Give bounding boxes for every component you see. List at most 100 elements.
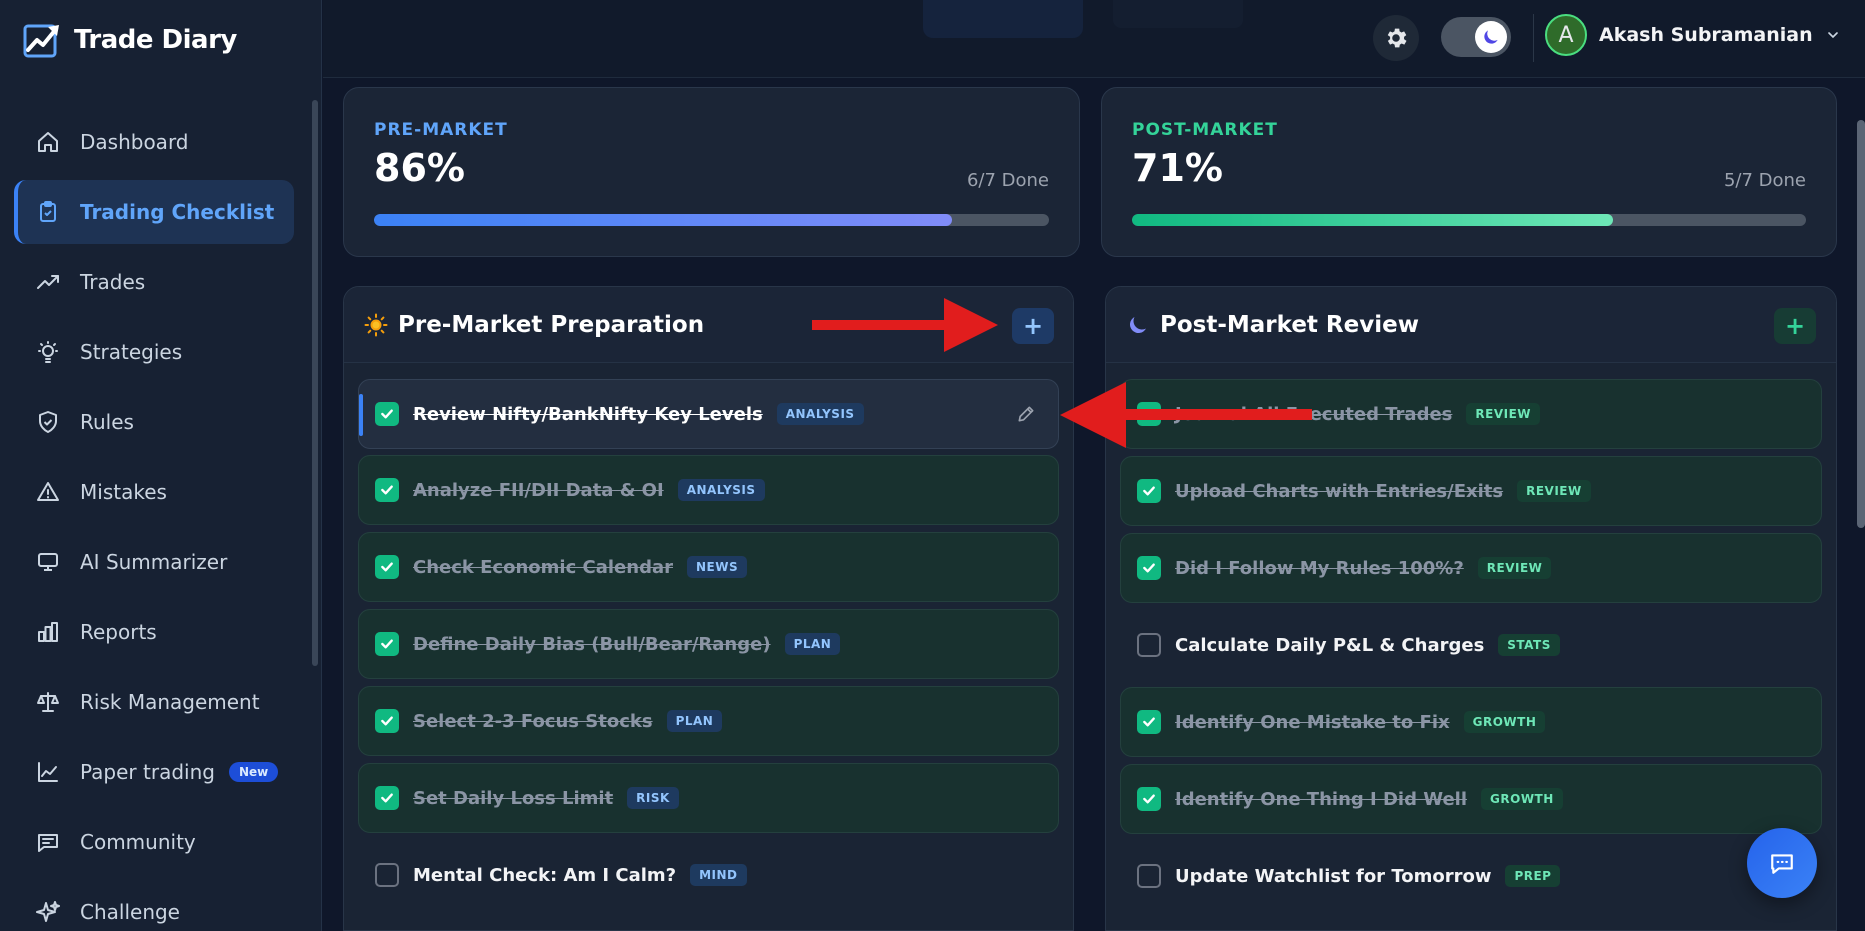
post-market-progress-card: POST-MARKET 71% 5/7 Done: [1101, 87, 1837, 257]
post-market-percent: 71%: [1132, 146, 1223, 190]
pre-market-item: Check Economic Calendar NEWS: [358, 532, 1059, 602]
pre-market-item: Review Nifty/BankNifty Key Levels ANALYS…: [358, 379, 1059, 449]
sparkle-icon: [36, 901, 60, 922]
brand[interactable]: Trade Diary: [22, 20, 237, 60]
item-text: Journal All Executed Trades: [1175, 403, 1453, 425]
check-icon: [381, 562, 393, 572]
sidebar-item-label: Dashboard: [80, 130, 189, 154]
edit-pencil-icon[interactable]: [1016, 404, 1036, 424]
pre-market-progress-fill: [374, 214, 953, 226]
item-checkbox[interactable]: [1137, 556, 1161, 580]
sidebar: Trade Diary Dashboard Trading Checklist …: [0, 0, 322, 931]
bar-chart-icon: [38, 622, 58, 642]
scale-icon: [37, 692, 59, 712]
item-tag: NEWS: [686, 556, 748, 578]
check-icon: [1143, 409, 1155, 419]
item-checkbox[interactable]: [375, 786, 399, 810]
post-market-item: Upload Charts with Entries/Exits REVIEW: [1120, 456, 1822, 526]
item-text: Mental Check: Am I Calm?: [413, 864, 677, 886]
sidebar-nav: Dashboard Trading Checklist Trades Strat…: [14, 110, 294, 931]
sidebar-item-trading-checklist[interactable]: Trading Checklist: [14, 180, 294, 244]
item-checkbox[interactable]: [375, 632, 399, 656]
sidebar-item-label: Trading Checklist: [80, 200, 275, 224]
check-icon: [381, 639, 393, 649]
new-badge: New: [228, 762, 279, 782]
post-market-item: Did I Follow My Rules 100%? REVIEW: [1120, 533, 1822, 603]
check-icon: [1143, 794, 1155, 804]
item-checkbox[interactable]: [375, 402, 399, 426]
moon-icon: [1484, 30, 1498, 44]
item-tag: ANALYSIS: [776, 403, 864, 425]
sidebar-item-label: Mistakes: [80, 480, 167, 504]
post-market-item: Identify One Thing I Did Well GROWTH: [1120, 764, 1822, 834]
sidebar-item-paper-trading[interactable]: Paper trading New: [14, 740, 294, 804]
item-text: Check Economic Calendar: [413, 556, 673, 578]
sidebar-item-strategies[interactable]: Strategies: [14, 320, 294, 384]
sidebar-item-label: Trades: [80, 270, 146, 294]
header-divider: [1533, 14, 1534, 62]
user-menu[interactable]: A Akash Subramanian: [1545, 14, 1841, 56]
item-checkbox[interactable]: [1137, 710, 1161, 734]
item-tag: MIND: [690, 864, 747, 886]
main-scrollbar[interactable]: [1857, 120, 1865, 528]
header-tab-ghost[interactable]: [1113, 0, 1243, 28]
sun-icon: [364, 313, 388, 336]
header-tab-ghost[interactable]: [923, 0, 1083, 38]
sidebar-item-ai-summarizer[interactable]: AI Summarizer: [14, 530, 294, 594]
item-checkbox[interactable]: [1137, 864, 1161, 888]
add-post-market-item-button[interactable]: +: [1774, 308, 1816, 344]
sidebar-scrollbar[interactable]: [312, 100, 318, 666]
post-market-done-count: 5/7 Done: [1723, 170, 1806, 191]
pre-market-done-count: 6/7 Done: [966, 170, 1049, 191]
chat-support-button[interactable]: [1747, 828, 1817, 898]
sidebar-item-mistakes[interactable]: Mistakes: [14, 460, 294, 524]
moon-icon: [1130, 316, 1146, 333]
item-text: Analyze FII/DII Data & OI: [413, 479, 664, 501]
monitor-icon: [38, 553, 58, 571]
item-text: Upload Charts with Entries/Exits: [1175, 480, 1504, 502]
pre-market-panel-title: Pre-Market Preparation: [398, 311, 705, 338]
item-checkbox[interactable]: [1137, 479, 1161, 503]
item-text: Update Watchlist for Tomorrow: [1175, 865, 1492, 887]
item-tag: PREP: [1505, 865, 1561, 887]
item-checkbox[interactable]: [1137, 633, 1161, 657]
line-chart-icon: [38, 762, 58, 782]
message-square-icon: [38, 834, 58, 852]
sidebar-item-label: Risk Management: [80, 690, 260, 714]
trend-up-icon: [37, 275, 59, 289]
sidebar-item-risk-management[interactable]: Risk Management: [14, 670, 294, 734]
check-icon: [381, 793, 393, 803]
sidebar-item-trades[interactable]: Trades: [14, 250, 294, 314]
sidebar-item-challenge[interactable]: Challenge: [14, 880, 294, 931]
toggle-knob: [1475, 21, 1507, 53]
sidebar-item-community[interactable]: Community: [14, 810, 294, 874]
item-checkbox[interactable]: [375, 478, 399, 502]
post-market-item: Journal All Executed Trades REVIEW: [1120, 379, 1822, 449]
item-checkbox[interactable]: [375, 555, 399, 579]
gear-icon: [1387, 28, 1407, 48]
pre-market-progress-card: PRE-MARKET 86% 6/7 Done: [343, 87, 1080, 257]
pre-market-item: Select 2-3 Focus Stocks PLAN: [358, 686, 1059, 756]
post-market-label: POST-MARKET: [1132, 120, 1278, 140]
user-name: Akash Subramanian: [1599, 24, 1813, 46]
post-market-item: Calculate Daily P&L & Charges STATS: [1120, 610, 1822, 680]
pre-market-item: Analyze FII/DII Data & OI ANALYSIS: [358, 455, 1059, 525]
shield-check-icon: [39, 411, 57, 433]
sidebar-item-reports[interactable]: Reports: [14, 600, 294, 664]
item-checkbox[interactable]: [375, 709, 399, 733]
settings-button[interactable]: [1373, 15, 1419, 61]
sidebar-item-label: Challenge: [80, 900, 180, 924]
item-tag: GROWTH: [1481, 788, 1563, 810]
post-market-panel: Post-Market Review + Journal All Execute…: [1105, 286, 1837, 931]
item-checkbox[interactable]: [1137, 402, 1161, 426]
item-checkbox[interactable]: [1137, 787, 1161, 811]
sidebar-item-rules[interactable]: Rules: [14, 390, 294, 454]
item-checkbox[interactable]: [375, 863, 399, 887]
theme-toggle[interactable]: [1441, 17, 1511, 57]
sidebar-item-label: AI Summarizer: [80, 550, 228, 574]
post-market-progress-fill: [1132, 214, 1614, 226]
add-pre-market-item-button[interactable]: +: [1012, 308, 1054, 344]
sidebar-item-dashboard[interactable]: Dashboard: [14, 110, 294, 174]
check-icon: [381, 485, 393, 495]
pre-market-item: Define Daily Bias (Bull/Bear/Range) PLAN: [358, 609, 1059, 679]
